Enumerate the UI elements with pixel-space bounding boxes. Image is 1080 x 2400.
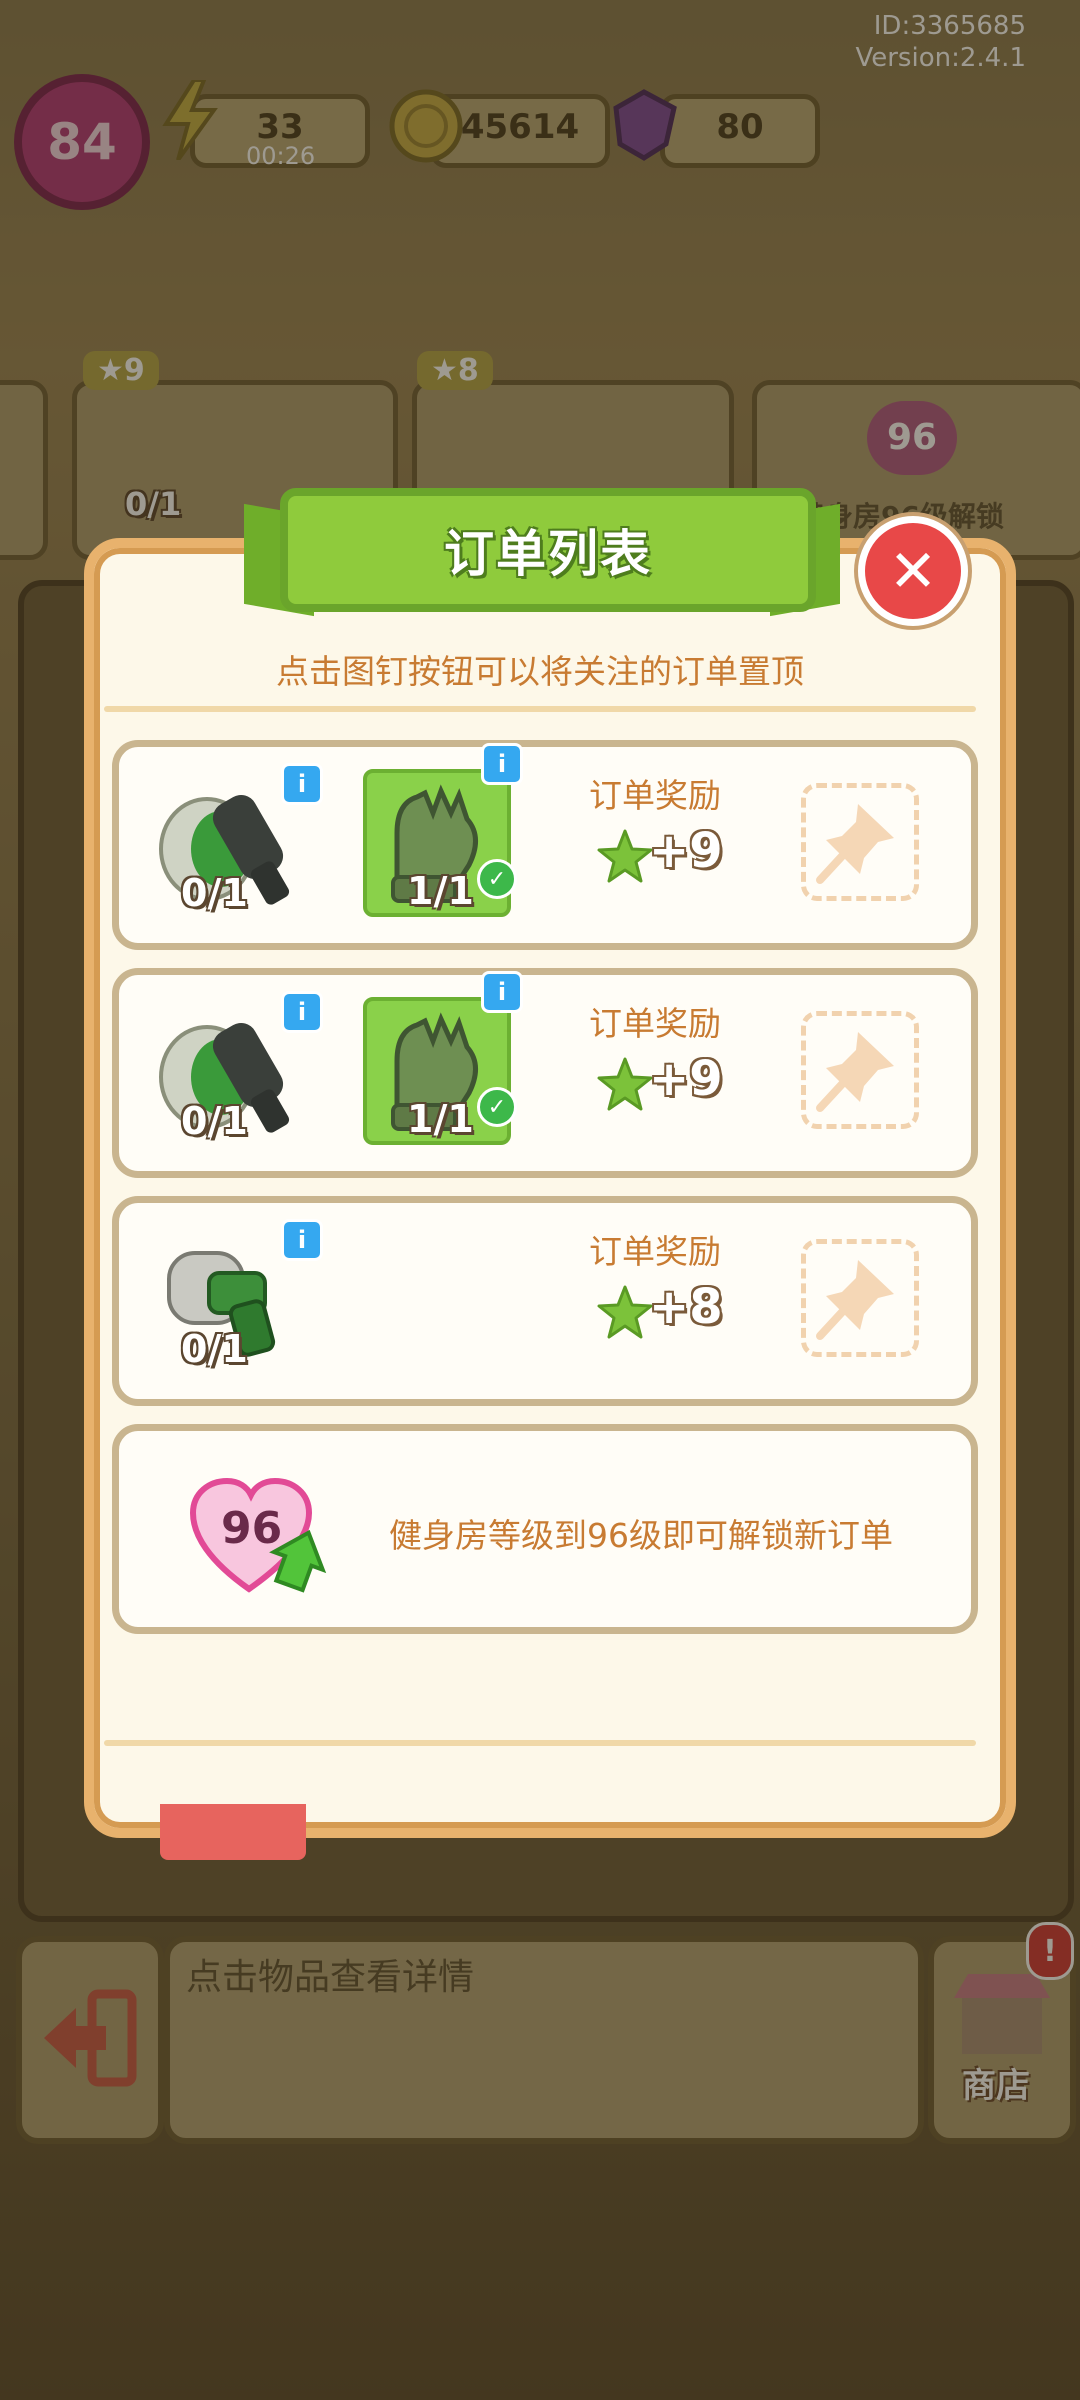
info-icon[interactable]: i (281, 991, 323, 1033)
reward-star-icon (597, 1057, 653, 1117)
order-item[interactable]: 0/1 i (149, 991, 323, 1145)
pin-button[interactable] (801, 1239, 919, 1357)
info-icon[interactable]: i (481, 743, 523, 785)
reward-label: 订单奖励 (589, 1004, 721, 1043)
item-count: 1/1 (407, 1097, 474, 1141)
pin-hint-text: 点击图钉按钮可以将关注的订单置顶 (276, 652, 804, 691)
gym-level-heart-icon: 96 (189, 1477, 349, 1601)
info-icon[interactable]: i (281, 1219, 323, 1261)
locked-order-row: 96 健身房等级到96级即可解锁新订单 (112, 1424, 978, 1634)
order-item[interactable]: 0/1 i (149, 1219, 323, 1373)
close-button[interactable]: ✕ (858, 516, 968, 626)
order-item[interactable]: 1/1 ✓ i (363, 971, 523, 1145)
reward-label: 订单奖励 (589, 1232, 721, 1271)
gym-level: 96 (221, 1503, 283, 1554)
order-item[interactable]: 1/1 ✓ i (363, 743, 523, 917)
pin-icon (816, 1032, 894, 1112)
popup-title: 订单列表 (444, 525, 652, 583)
info-icon[interactable]: i (281, 763, 323, 805)
pin-icon (816, 804, 894, 884)
close-icon: ✕ (888, 537, 938, 605)
checkmark-icon: ✓ (477, 1087, 517, 1127)
pin-button[interactable] (801, 783, 919, 901)
reward-value: +8 (649, 1279, 723, 1335)
reward-star-icon (597, 1285, 653, 1345)
item-count: 0/1 (181, 1327, 248, 1371)
order-list-popup (84, 538, 1016, 1838)
popup-title-ribbon: 订单列表 (280, 488, 816, 612)
checkmark-icon: ✓ (477, 859, 517, 899)
reward-value: +9 (649, 1051, 723, 1107)
order-row[interactable]: 0/1 i 订单奖励 +8 (112, 1196, 978, 1406)
order-row[interactable]: 0/1 i 1/1 ✓ i 订单奖励 +9 (112, 740, 978, 950)
order-item[interactable]: 0/1 i (149, 763, 323, 917)
reward-value: +9 (649, 823, 723, 879)
item-count: 1/1 (407, 869, 474, 913)
item-count: 0/1 (181, 871, 248, 915)
reward-label: 订单奖励 (589, 776, 721, 815)
unlock-hint-text: 健身房等级到96级即可解锁新订单 (389, 1516, 893, 1555)
reward-star-icon (597, 829, 653, 889)
pin-icon (816, 1260, 894, 1340)
divider (104, 1740, 976, 1746)
popup-bottom-tab (160, 1804, 306, 1860)
item-count: 0/1 (181, 1099, 248, 1143)
pin-button[interactable] (801, 1011, 919, 1129)
info-icon[interactable]: i (481, 971, 523, 1013)
order-row[interactable]: 0/1 i 1/1 ✓ i 订单奖励 +9 (112, 968, 978, 1178)
divider (104, 706, 976, 712)
